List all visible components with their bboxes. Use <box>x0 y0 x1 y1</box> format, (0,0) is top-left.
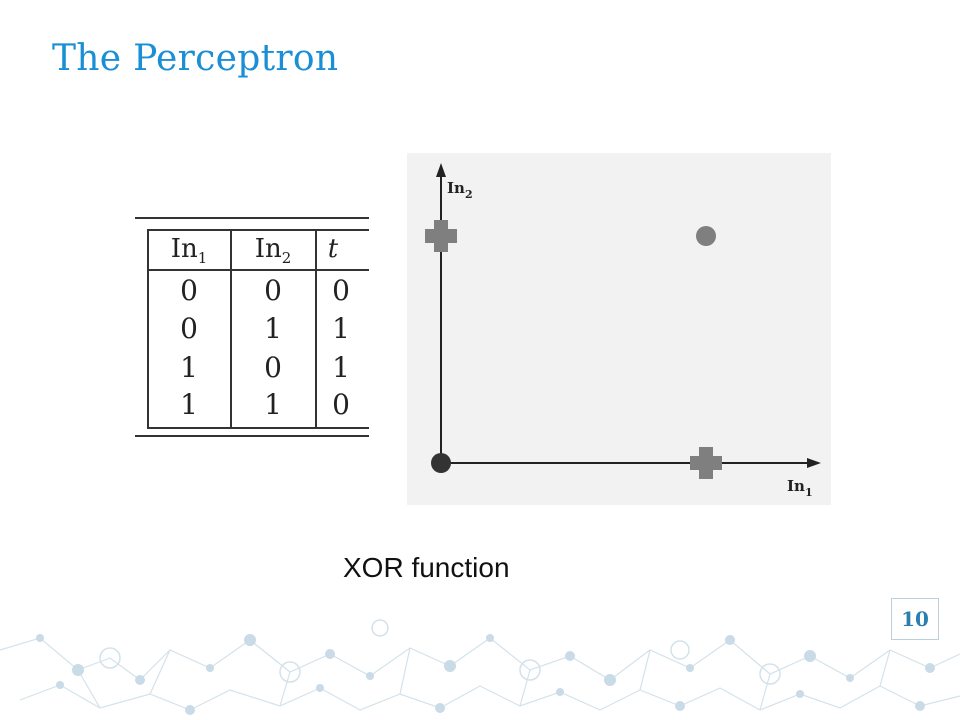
table-cell: 0 <box>180 312 198 345</box>
y-axis-label: In2 <box>447 179 473 201</box>
table-box-bottom <box>147 427 369 429</box>
table-cell: 1 <box>332 312 350 345</box>
table-bottom-rule <box>135 435 369 437</box>
table-cell: 0 <box>332 274 350 307</box>
table-cell: 0 <box>264 351 282 384</box>
table-cell: 0 <box>332 388 350 421</box>
y-axis-arrow <box>436 163 446 177</box>
slide-caption: XOR function <box>343 552 510 583</box>
point-cross-0-1 <box>425 220 457 252</box>
table-cell: 1 <box>180 351 198 384</box>
table-vline-1 <box>230 229 232 429</box>
point-dot-0-0 <box>431 453 451 473</box>
data-points <box>425 220 722 479</box>
slide-title: The Perceptron <box>52 38 339 79</box>
table-cell: 0 <box>180 274 198 307</box>
table-header-t: t <box>327 234 339 264</box>
xor-truth-table: In1 In2 t 0 0 0 0 1 1 1 0 1 1 1 0 <box>135 217 369 441</box>
x-axis-label: In1 <box>787 477 813 499</box>
xor-plot: In2 In1 <box>407 153 831 505</box>
table-cell: 1 <box>264 312 282 345</box>
table-header-in1: In1 <box>170 234 208 268</box>
table-cell: 1 <box>264 388 282 421</box>
table-top-rule <box>135 217 369 219</box>
table-cell: 1 <box>332 351 350 384</box>
point-cross-1-0 <box>690 447 722 479</box>
table-cell: 0 <box>264 274 282 307</box>
x-axis-arrow <box>807 458 821 468</box>
xor-plot-svg: In2 In1 <box>425 163 821 499</box>
table-cell: 1 <box>180 388 198 421</box>
point-dot-1-1 <box>696 226 716 246</box>
table-header-in2: In2 <box>254 234 292 268</box>
network-decoration <box>0 619 960 715</box>
